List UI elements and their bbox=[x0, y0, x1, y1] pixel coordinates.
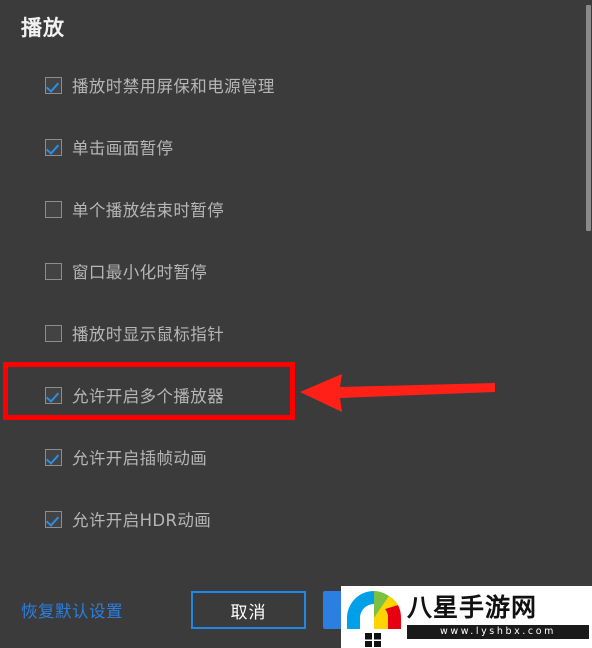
checkbox-allow-frame-interpolation[interactable] bbox=[45, 448, 62, 466]
watermark-logo-icon bbox=[343, 587, 405, 648]
option-row-click-to-pause[interactable]: 单击画面暂停 bbox=[45, 134, 173, 160]
option-label: 单击画面暂停 bbox=[72, 139, 174, 158]
checkbox-click-to-pause[interactable] bbox=[45, 138, 62, 156]
option-label: 允许开启多个播放器 bbox=[72, 387, 225, 406]
scrollbar-track[interactable] bbox=[586, 0, 592, 648]
checkbox-show-cursor[interactable] bbox=[45, 324, 62, 342]
scrollbar-thumb[interactable] bbox=[586, 5, 591, 231]
annotation-arrow-icon bbox=[300, 374, 495, 412]
option-label: 单个播放结束时暂停 bbox=[72, 201, 225, 220]
option-label: 播放时显示鼠标指针 bbox=[72, 325, 225, 344]
cancel-button[interactable]: 取消 bbox=[191, 591, 306, 629]
option-row-pause-on-minimize[interactable]: 窗口最小化时暂停 bbox=[45, 258, 207, 284]
checkbox-allow-hdr-animation[interactable] bbox=[45, 510, 62, 528]
option-label: 允许开启HDR动画 bbox=[72, 511, 212, 530]
option-row-allow-hdr-animation[interactable]: 允许开启HDR动画 bbox=[45, 506, 211, 532]
checkbox-pause-on-minimize[interactable] bbox=[45, 262, 62, 280]
watermark: 八星手游网 www.lyshbx.com bbox=[341, 586, 592, 648]
watermark-brand: 八星手游网 bbox=[407, 593, 538, 623]
checkbox-allow-multiple-players[interactable] bbox=[45, 386, 62, 404]
watermark-url: www.lyshbx.com bbox=[407, 624, 589, 639]
option-row-allow-multiple-players[interactable]: 允许开启多个播放器 bbox=[45, 382, 224, 408]
checkbox-pause-on-single-end[interactable] bbox=[45, 200, 62, 218]
restore-defaults-link[interactable]: 恢复默认设置 bbox=[21, 598, 123, 622]
option-label: 窗口最小化时暂停 bbox=[72, 263, 208, 282]
option-row-disable-screensaver[interactable]: 播放时禁用屏保和电源管理 bbox=[45, 72, 275, 98]
option-row-show-cursor[interactable]: 播放时显示鼠标指针 bbox=[45, 320, 224, 346]
checkbox-disable-screensaver[interactable] bbox=[45, 76, 62, 94]
option-label: 播放时禁用屏保和电源管理 bbox=[72, 77, 275, 96]
option-label: 允许开启插帧动画 bbox=[72, 449, 208, 468]
option-row-pause-on-single-end[interactable]: 单个播放结束时暂停 bbox=[45, 196, 224, 222]
settings-panel: 播放 播放时禁用屏保和电源管理 单击画面暂停 单个播放结束时暂停 窗口最小化时暂… bbox=[0, 0, 592, 648]
watermark-text-block: 八星手游网 www.lyshbx.com bbox=[407, 593, 592, 639]
option-row-allow-frame-interpolation[interactable]: 允许开启插帧动画 bbox=[45, 444, 207, 470]
page-title: 播放 bbox=[21, 16, 65, 40]
